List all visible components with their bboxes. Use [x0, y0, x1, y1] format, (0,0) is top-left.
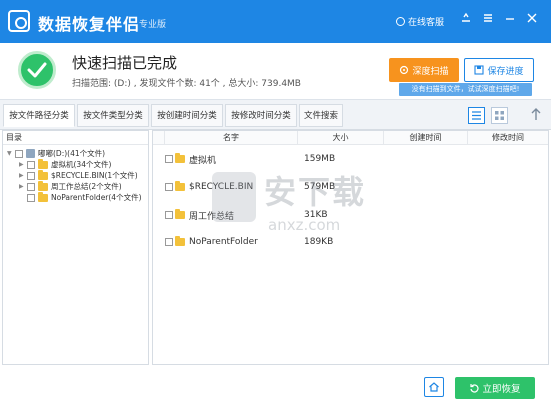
row-checkbox[interactable]	[165, 183, 173, 191]
file-size: 579MB	[304, 182, 336, 192]
grid-view-icon[interactable]	[491, 107, 508, 124]
column-header-created[interactable]: 创建时间	[384, 131, 468, 145]
save-progress-label: 保存进度	[487, 66, 524, 77]
deep-scan-tip: 没有扫描到文件，试试深度扫描吧!	[399, 83, 532, 96]
tab-file-search[interactable]: 文件搜索	[299, 104, 343, 127]
tree-header: 目录	[3, 131, 148, 145]
deep-scan-label: 深度扫描	[412, 66, 449, 77]
table-row[interactable]: $RECYCLE.BIN 579MB	[153, 181, 548, 193]
file-name: 虚拟机	[189, 155, 217, 166]
column-header-modified[interactable]: 修改时间	[468, 131, 548, 145]
tree-item-label: 周工作总结(2个文件)	[51, 182, 122, 191]
file-size: 159MB	[304, 154, 336, 164]
tree-checkbox[interactable]	[27, 193, 35, 202]
deep-scan-button[interactable]: 深度扫描	[389, 58, 459, 82]
restore-now-button[interactable]: 立即恢复	[455, 377, 535, 399]
directory-tree: 目录 ▼ 嘟嘟(D:)(41个文件) ▶ 虚拟机(34个文件) ▶ $RECYC…	[2, 130, 149, 365]
menu-icon[interactable]	[480, 12, 496, 28]
file-name: NoParentFolder	[189, 237, 258, 247]
expand-arrow-icon[interactable]: ▶	[19, 183, 27, 190]
column-header-size[interactable]: 大小	[298, 131, 384, 145]
home-icon	[429, 382, 439, 392]
tab-by-modified[interactable]: 按修改时间分类	[225, 104, 297, 127]
select-all-column[interactable]	[153, 131, 165, 145]
list-view-icon[interactable]	[468, 107, 485, 124]
support-icon	[396, 17, 405, 26]
tree-checkbox[interactable]	[27, 182, 35, 191]
minimize-icon[interactable]	[502, 12, 518, 28]
app-logo-icon	[8, 10, 30, 32]
tree-root-drive[interactable]: ▼ 嘟嘟(D:)(41个文件)	[7, 148, 105, 159]
table-row[interactable]: 周工作总结 31KB	[153, 209, 548, 222]
restore-now-label: 立即恢复	[482, 384, 521, 395]
folder-icon	[38, 158, 48, 169]
folder-icon	[38, 169, 48, 180]
file-list: 名字 大小 创建时间 修改时间 虚拟机 159MB $RECYCLE.BIN 5…	[152, 130, 549, 365]
tree-checkbox[interactable]	[27, 171, 35, 180]
column-header-name[interactable]: 名字	[165, 131, 298, 145]
tree-item-label: 虚拟机(34个文件)	[51, 160, 112, 169]
home-button[interactable]	[424, 377, 444, 397]
tab-by-created[interactable]: 按创建时间分类	[151, 104, 223, 127]
folder-icon	[175, 236, 185, 246]
restore-icon	[470, 384, 480, 393]
table-row[interactable]: NoParentFolder 189KB	[153, 236, 548, 248]
save-progress-button[interactable]: 保存进度	[464, 58, 534, 82]
row-checkbox[interactable]	[165, 155, 173, 163]
tab-by-path[interactable]: 按文件路径分类	[3, 104, 75, 127]
collapse-arrow-icon[interactable]: ▼	[7, 150, 15, 157]
row-checkbox[interactable]	[165, 211, 173, 219]
tree-item-label: NoParentFolder(4个文件)	[51, 193, 142, 202]
table-row[interactable]: 虚拟机 159MB	[153, 153, 548, 166]
title-bar: 数据恢复伴侣 专业版 在线客服	[0, 0, 551, 43]
app-title: 数据恢复伴侣	[38, 15, 141, 34]
tree-item-noparentfolder[interactable]: NoParentFolder(4个文件)	[19, 191, 142, 203]
folder-icon	[38, 191, 48, 202]
tree-item-label: $RECYCLE.BIN(1个文件)	[51, 171, 138, 180]
row-checkbox[interactable]	[165, 238, 173, 246]
file-name: $RECYCLE.BIN	[189, 182, 254, 192]
tree-item-virtual-machine[interactable]: ▶ 虚拟机(34个文件)	[19, 158, 112, 170]
tree-checkbox[interactable]	[15, 149, 23, 158]
go-up-icon[interactable]	[530, 106, 542, 126]
close-icon[interactable]	[524, 12, 540, 28]
settings-icon[interactable]	[458, 12, 474, 28]
file-size: 31KB	[304, 210, 328, 220]
expand-arrow-icon[interactable]: ▶	[19, 172, 27, 179]
category-tabs: 按文件路径分类 按文件类型分类 按创建时间分类 按修改时间分类 文件搜索	[0, 99, 551, 130]
file-size: 189KB	[304, 237, 334, 247]
app-edition: 专业版	[139, 20, 167, 30]
folder-icon	[175, 209, 185, 219]
tab-by-type[interactable]: 按文件类型分类	[77, 104, 149, 127]
online-support-button[interactable]: 在线客服	[396, 15, 444, 28]
drive-icon	[26, 149, 35, 158]
folder-icon	[175, 153, 185, 163]
check-icon	[18, 51, 56, 89]
tree-item-recycle-bin[interactable]: ▶ $RECYCLE.BIN(1个文件)	[19, 169, 138, 181]
tree-root-label: 嘟嘟(D:)(41个文件)	[38, 149, 106, 158]
footer-bar: 立即恢复	[0, 368, 551, 406]
folder-icon	[38, 180, 48, 191]
folder-icon	[175, 181, 185, 191]
file-name: 周工作总结	[189, 211, 235, 222]
tree-checkbox[interactable]	[27, 160, 35, 169]
deep-scan-icon	[400, 65, 409, 75]
scan-status-detail: 扫描范围: (D:) , 发现文件个数: 41个 , 总大小: 739.4MB	[72, 79, 301, 89]
expand-arrow-icon[interactable]: ▶	[19, 161, 27, 168]
save-icon	[474, 65, 485, 75]
online-support-label: 在线客服	[408, 18, 445, 28]
scan-status-title: 快速扫描已完成	[72, 54, 178, 72]
tree-item-weekly-summary[interactable]: ▶ 周工作总结(2个文件)	[19, 180, 122, 192]
